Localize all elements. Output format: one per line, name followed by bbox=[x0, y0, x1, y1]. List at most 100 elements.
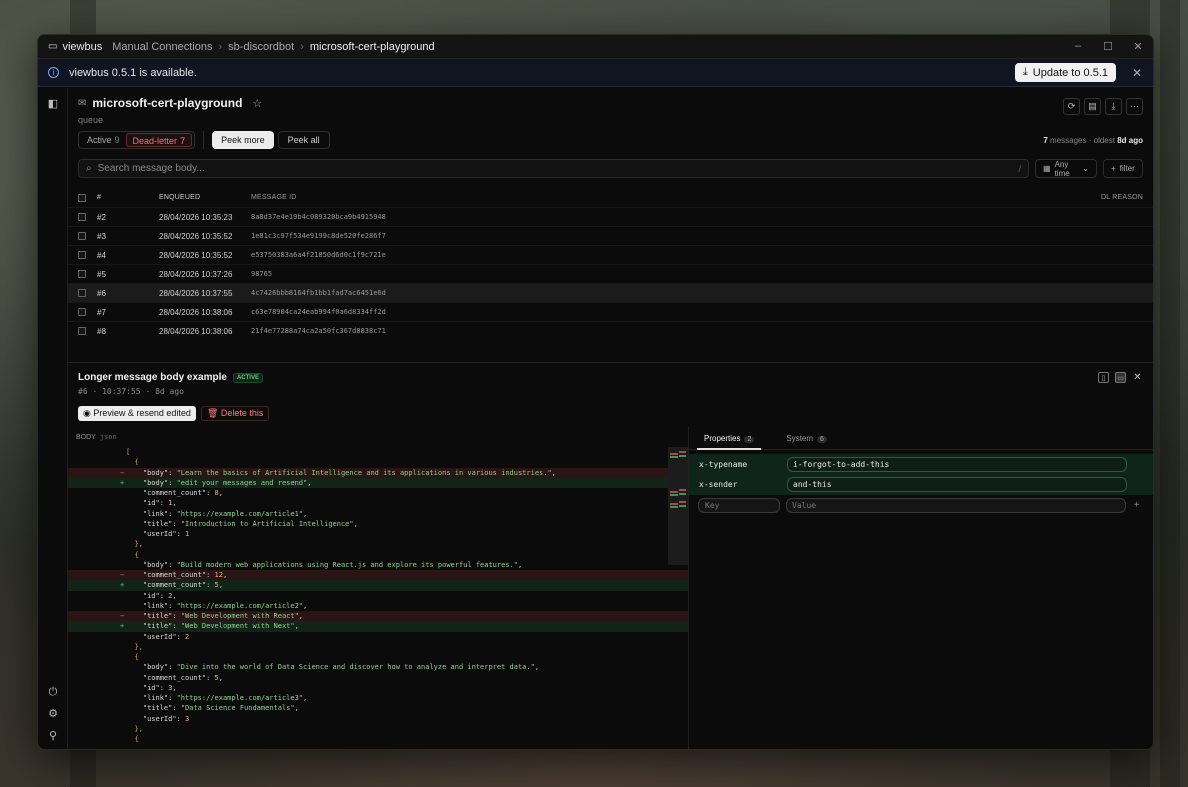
code-line: "link": "https://example.com/article1", bbox=[142, 509, 308, 518]
document-icon[interactable]: ▤ bbox=[1084, 98, 1101, 115]
table-row[interactable]: #7 28/04/2026 10:38:06 c63e78904ca24eab994… bbox=[68, 302, 1153, 321]
message-detail: Longer message body example ACTIVE #6 · … bbox=[68, 362, 1153, 749]
search-input[interactable]: ⌕ Search message body... / bbox=[78, 159, 1029, 178]
tab-dead-letter[interactable]: Dead-letter 7 bbox=[125, 133, 193, 147]
minimize-button[interactable]: – bbox=[1073, 40, 1083, 53]
row-checkbox[interactable] bbox=[78, 289, 86, 297]
table-row[interactable]: #3 28/04/2026 10:35:52 1e81c3c97f534e9199c… bbox=[68, 226, 1153, 245]
code-line: }, bbox=[134, 540, 143, 549]
table-row[interactable]: #4 28/04/2026 10:35:52 e53750383a6a4f21850… bbox=[68, 245, 1153, 264]
row-number: #7 bbox=[97, 307, 106, 317]
row-checkbox[interactable] bbox=[78, 232, 86, 240]
search-placeholder: Search message body... bbox=[97, 163, 205, 174]
sidebar-toggle-icon[interactable]: ◧ bbox=[47, 98, 59, 110]
property-key[interactable]: x-typename bbox=[699, 460, 787, 469]
maximize-button[interactable]: ☐ bbox=[1103, 40, 1113, 53]
row-message-id: 98765 bbox=[251, 270, 273, 278]
envelope-icon: ✉ bbox=[78, 97, 87, 109]
banner-close-icon[interactable]: ✕ bbox=[1131, 66, 1143, 80]
new-property-row: Key Value + bbox=[689, 495, 1153, 516]
refresh-icon[interactable]: ⟳ bbox=[1063, 98, 1080, 115]
property-value[interactable]: and-this bbox=[787, 477, 1127, 493]
preview-resend-button[interactable]: ◉ Preview & resend edited bbox=[78, 406, 196, 421]
gear-icon[interactable]: ⚙ bbox=[47, 708, 59, 720]
peek-more-button[interactable]: Peek more bbox=[212, 131, 274, 149]
more-icon[interactable]: ⋯ bbox=[1126, 98, 1143, 115]
row-enqueued: 28/04/2026 10:35:23 bbox=[159, 212, 233, 222]
breadcrumb-current[interactable]: microsoft-cert-playground bbox=[310, 41, 435, 53]
row-message-id: 4c7426bbb8164fb1bb1fad7ac6451e6d bbox=[251, 289, 386, 297]
message-stats: 7 messages · oldest 8d ago bbox=[1043, 135, 1143, 145]
added-line: + "body": "edit your messages and resend… bbox=[68, 477, 688, 488]
code-editor[interactable]: [ {− "body": "Learn the basics of Artifi… bbox=[68, 447, 688, 749]
diff-minimap[interactable] bbox=[668, 447, 688, 565]
property-key[interactable]: x-sender bbox=[699, 480, 787, 489]
sidebar-rail: ◧ ⏻ ⚙ ⚲ bbox=[38, 88, 68, 749]
status-badge: ACTIVE bbox=[232, 372, 263, 383]
peek-all-button[interactable]: Peek all bbox=[277, 131, 330, 149]
code-line: "title": "Data Science Fundamentals", bbox=[142, 704, 299, 713]
close-window-button[interactable]: ✕ bbox=[1133, 40, 1143, 53]
breadcrumb-item[interactable]: Manual Connections bbox=[112, 41, 212, 53]
table-row[interactable]: #5 28/04/2026 10:37:26 98765 bbox=[68, 264, 1153, 283]
split-vertical-icon[interactable]: ▯ bbox=[1098, 372, 1109, 383]
queue-title: microsoft-cert-playground bbox=[92, 96, 243, 110]
add-property-icon[interactable]: + bbox=[1134, 500, 1139, 510]
main-panel: ✉ microsoft-cert-playground ☆ queue ⟳ ▤ … bbox=[68, 88, 1153, 749]
code-line: { bbox=[134, 458, 139, 467]
subqueue-toggle: Active 9 Dead-letter 7 bbox=[78, 131, 196, 149]
trash-icon: 🗑 bbox=[206, 408, 219, 418]
key-input[interactable]: Key bbox=[698, 497, 780, 513]
row-enqueued: 28/04/2026 10:37:55 bbox=[159, 288, 233, 298]
table-row[interactable]: #2 28/04/2026 10:35:23 8a8d37e4e19b4c08932… bbox=[68, 207, 1153, 226]
message-meta: #6 · 10:37:55 · 8d ago bbox=[78, 387, 184, 396]
removed-line: − "title": "Web Development with React", bbox=[68, 611, 688, 622]
code-line: "body": "Build modern web applications u… bbox=[142, 560, 523, 569]
add-filter-button[interactable]: + filter bbox=[1103, 159, 1143, 178]
close-detail-icon[interactable]: ✕ bbox=[1132, 372, 1143, 383]
code-line: "userId": 2 bbox=[142, 632, 190, 641]
code-line: "id": 3, bbox=[142, 683, 177, 692]
tab-system[interactable]: System 6 bbox=[779, 427, 834, 450]
value-input[interactable]: Value bbox=[786, 497, 1126, 513]
row-checkbox[interactable] bbox=[78, 308, 86, 316]
row-checkbox[interactable] bbox=[78, 251, 86, 259]
row-checkbox[interactable] bbox=[78, 270, 86, 278]
row-enqueued: 28/04/2026 10:38:06 bbox=[159, 307, 233, 317]
select-all-checkbox[interactable] bbox=[78, 193, 86, 202]
search-icon: ⌕ bbox=[86, 163, 92, 174]
table-header: # ENQUEUED MESSAGE ID DL REASON bbox=[68, 188, 1153, 207]
calendar-icon: ▦ bbox=[1043, 164, 1051, 173]
star-icon[interactable]: ☆ bbox=[252, 97, 262, 110]
tab-active[interactable]: Active 9 bbox=[81, 133, 126, 147]
queue-type: queue bbox=[78, 115, 104, 125]
delete-button[interactable]: 🗑 Delete this bbox=[200, 406, 270, 421]
table-row[interactable]: #6 28/04/2026 10:37:55 4c7426bbb8164fb1bb1… bbox=[68, 283, 1153, 302]
update-banner: i viewbus 0.5.1 is available. ⤓ Update t… bbox=[38, 59, 1153, 87]
row-number: #4 bbox=[97, 250, 106, 260]
row-checkbox[interactable] bbox=[78, 213, 86, 221]
body-label: BODY json bbox=[76, 433, 117, 441]
code-line: "userId": 3 bbox=[142, 714, 190, 723]
code-line: "id": 1, bbox=[142, 499, 177, 508]
split-horizontal-icon[interactable]: ▭ bbox=[1115, 372, 1126, 383]
time-filter[interactable]: ▦ Any time ⌄ bbox=[1035, 159, 1097, 178]
property-value[interactable]: i-forgot-to-add-this bbox=[787, 456, 1127, 472]
download-icon[interactable]: ⤓ bbox=[1105, 98, 1122, 115]
row-message-id: 21f4e77288a74ca2a50fc367d8838c71 bbox=[251, 327, 386, 335]
info-icon: i bbox=[48, 67, 59, 78]
code-line: }, bbox=[134, 642, 143, 651]
update-button[interactable]: ⤓ Update to 0.5.1 bbox=[1014, 63, 1116, 82]
table-row[interactable]: #8 28/04/2026 10:38:06 21f4e77288a74ca2a50… bbox=[68, 321, 1153, 340]
user-icon[interactable]: ⚲ bbox=[47, 730, 59, 742]
tab-properties[interactable]: Properties 2 bbox=[697, 427, 762, 450]
plug-icon[interactable]: ⏻ bbox=[47, 686, 59, 698]
row-message-id: e53750383a6a4f21850d6d0c1f9c721e bbox=[251, 251, 386, 259]
removed-line: − "body": "Learn the basics of Artificia… bbox=[68, 467, 688, 478]
message-table: # ENQUEUED MESSAGE ID DL REASON #2 28/04/… bbox=[68, 188, 1153, 340]
update-button-label: Update to 0.5.1 bbox=[1032, 66, 1108, 79]
search-shortcut: / bbox=[1018, 163, 1021, 174]
banner-text: viewbus 0.5.1 is available. bbox=[69, 66, 197, 79]
row-checkbox[interactable] bbox=[78, 327, 86, 335]
breadcrumb-item[interactable]: sb-discordbot bbox=[228, 41, 294, 53]
